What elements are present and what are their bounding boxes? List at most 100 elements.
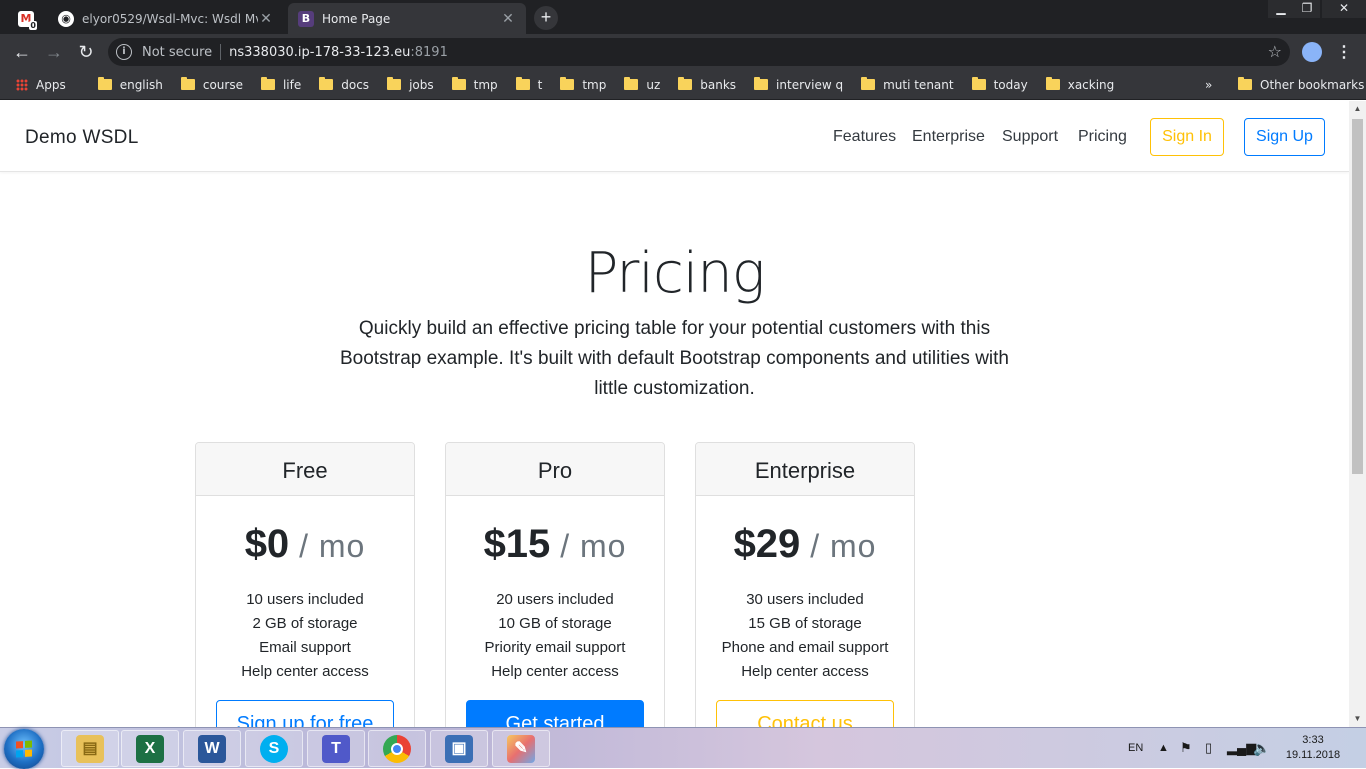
menu-icon[interactable]: ⋮ xyxy=(1336,42,1352,62)
other-bookmarks[interactable]: Other bookmarks xyxy=(1238,77,1365,92)
url-port: :8191 xyxy=(410,44,448,60)
feature-list: 20 users included 10 GB of storage Prior… xyxy=(446,588,664,684)
feature-item: 10 users included xyxy=(246,591,364,608)
folder-icon xyxy=(971,77,986,90)
folder-icon xyxy=(180,77,195,90)
explorer-icon: ▤ xyxy=(76,734,104,763)
overflow-icon: » xyxy=(1205,77,1213,92)
bookmark-folder[interactable]: jobs xyxy=(387,77,434,92)
hero-lead: Quickly build an effective pricing table… xyxy=(340,318,1009,399)
bookmarks-overflow-button[interactable]: » xyxy=(1205,78,1212,92)
new-tab-button[interactable]: + xyxy=(534,6,558,30)
feature-item: 2 GB of storage xyxy=(252,615,358,632)
address-bar[interactable]: i Not secure ns338030.ip-178-33-123.eu :… xyxy=(108,38,1290,66)
volume-icon[interactable]: 🔈 xyxy=(1253,728,1270,768)
bookmarks-bar: Apps english course life docs jobs tmp t… xyxy=(0,70,1366,100)
feature-item: Email support xyxy=(259,639,351,656)
taskbar-word[interactable]: W xyxy=(183,730,241,767)
feature-item: Phone and email support xyxy=(721,639,889,656)
taskbar-remote-desktop[interactable]: ▣ xyxy=(430,730,488,767)
feature-item: 15 GB of storage xyxy=(748,615,862,632)
bookmark-folder[interactable]: interview q xyxy=(754,77,844,92)
github-icon: ◉ xyxy=(58,10,74,27)
taskbar-chrome[interactable] xyxy=(368,730,426,767)
language-indicator[interactable]: EN xyxy=(1128,728,1143,768)
page-title: Pricing xyxy=(584,241,766,306)
nav-pricing[interactable]: Pricing xyxy=(1078,128,1127,146)
show-hidden-icons[interactable]: ▲ xyxy=(1158,728,1169,768)
taskbar-paint[interactable]: ✎ xyxy=(492,730,550,767)
taskbar-skype[interactable]: S xyxy=(245,730,303,767)
bookmark-label: interview q xyxy=(776,77,844,92)
nav-support[interactable]: Support xyxy=(1002,128,1058,146)
bookmark-folder[interactable]: docs xyxy=(319,77,369,92)
bookmark-folder[interactable]: tmp xyxy=(560,77,607,92)
taskbar-excel[interactable]: X xyxy=(121,730,179,767)
start-button[interactable] xyxy=(4,729,44,769)
profile-avatar[interactable] xyxy=(1302,42,1322,62)
brand[interactable]: Demo WSDL xyxy=(25,127,139,149)
bookmark-label: tmp xyxy=(582,77,607,92)
restore-button[interactable]: ❐ xyxy=(1294,0,1320,18)
action-center-flag-icon[interactable]: ⚑ xyxy=(1180,728,1192,768)
sign-in-button[interactable]: Sign In xyxy=(1150,118,1224,156)
bookmark-apps[interactable]: Apps xyxy=(16,78,66,92)
clock-date: 19.11.2018 xyxy=(1285,749,1341,761)
price-period: / mo xyxy=(289,528,366,564)
sign-up-free-button[interactable]: Sign up for free xyxy=(216,700,394,727)
bookmark-folder[interactable]: uz xyxy=(624,77,661,92)
battery-icon[interactable]: ▯ xyxy=(1205,728,1212,768)
reload-button[interactable]: ↻ xyxy=(74,40,98,64)
bookmark-label: xacking xyxy=(1067,77,1115,92)
close-icon[interactable]: ✕ xyxy=(258,11,274,27)
bookmark-label: t xyxy=(537,77,543,92)
bookmark-folder[interactable]: t xyxy=(515,77,543,92)
divider xyxy=(220,44,222,60)
forward-button[interactable]: → xyxy=(42,40,66,64)
tab-home-page[interactable]: B Home Page ✕ xyxy=(288,3,526,34)
feature-item: Help center access xyxy=(491,663,619,680)
bookmark-label: uz xyxy=(646,77,661,92)
tab-gmail[interactable]: M0 xyxy=(8,3,46,34)
bookmark-folder[interactable]: banks xyxy=(678,77,737,92)
bookmark-label: banks xyxy=(700,77,737,92)
folder-icon xyxy=(1045,77,1060,90)
close-icon[interactable]: ✕ xyxy=(500,11,516,27)
bookmark-folder[interactable]: muti tenant xyxy=(861,77,954,92)
bookmark-folder[interactable]: today xyxy=(971,77,1028,92)
bookmark-folder[interactable]: xacking xyxy=(1045,77,1115,92)
taskbar-teams[interactable]: T xyxy=(307,730,365,767)
nav-features[interactable]: Features xyxy=(833,128,896,146)
contact-us-button[interactable]: Contact us xyxy=(716,700,894,727)
bookmark-star-icon[interactable]: ☆ xyxy=(1268,42,1282,61)
page-scrollbar[interactable]: ▲ ▼ xyxy=(1349,101,1366,727)
tab-title: Home Page xyxy=(322,11,391,26)
folder-icon xyxy=(754,77,769,90)
bookmark-folder[interactable]: life xyxy=(260,77,301,92)
taskbar-explorer[interactable]: ▤ xyxy=(61,730,119,767)
bookmark-folder[interactable]: tmp xyxy=(451,77,498,92)
bookmark-label: tmp xyxy=(473,77,498,92)
nav-enterprise[interactable]: Enterprise xyxy=(912,128,985,146)
scroll-down-icon[interactable]: ▼ xyxy=(1349,711,1366,727)
bookmark-label: Other bookmarks xyxy=(1260,77,1365,92)
paint-icon: ✎ xyxy=(507,734,535,763)
network-signal-icon[interactable]: ▂▄▆ xyxy=(1227,728,1256,768)
minimize-button[interactable]: ▁ xyxy=(1268,0,1294,18)
plan-name: Free xyxy=(196,443,414,496)
plan-price: $29 / mo xyxy=(696,522,914,568)
feature-list: 10 users included 2 GB of storage Email … xyxy=(196,588,414,684)
back-button[interactable]: ← xyxy=(10,40,34,64)
sign-up-button[interactable]: Sign Up xyxy=(1244,118,1325,156)
bookmark-folder[interactable]: english xyxy=(97,77,163,92)
window-close-button[interactable]: ✕ xyxy=(1322,0,1366,18)
feature-item: 30 users included xyxy=(746,591,864,608)
info-icon[interactable]: i xyxy=(116,44,132,60)
security-label: Not secure xyxy=(142,44,213,60)
scrollbar-thumb[interactable] xyxy=(1352,119,1363,474)
get-started-button[interactable]: Get started xyxy=(466,700,644,727)
bookmark-folder[interactable]: course xyxy=(180,77,243,92)
clock[interactable]: 3:33 19.11.2018 xyxy=(1280,733,1346,763)
scroll-up-icon[interactable]: ▲ xyxy=(1349,101,1366,117)
tab-github[interactable]: ◉ elyor0529/Wsdl-Mvc: Wsdl Mvc I ✕ xyxy=(48,3,284,34)
